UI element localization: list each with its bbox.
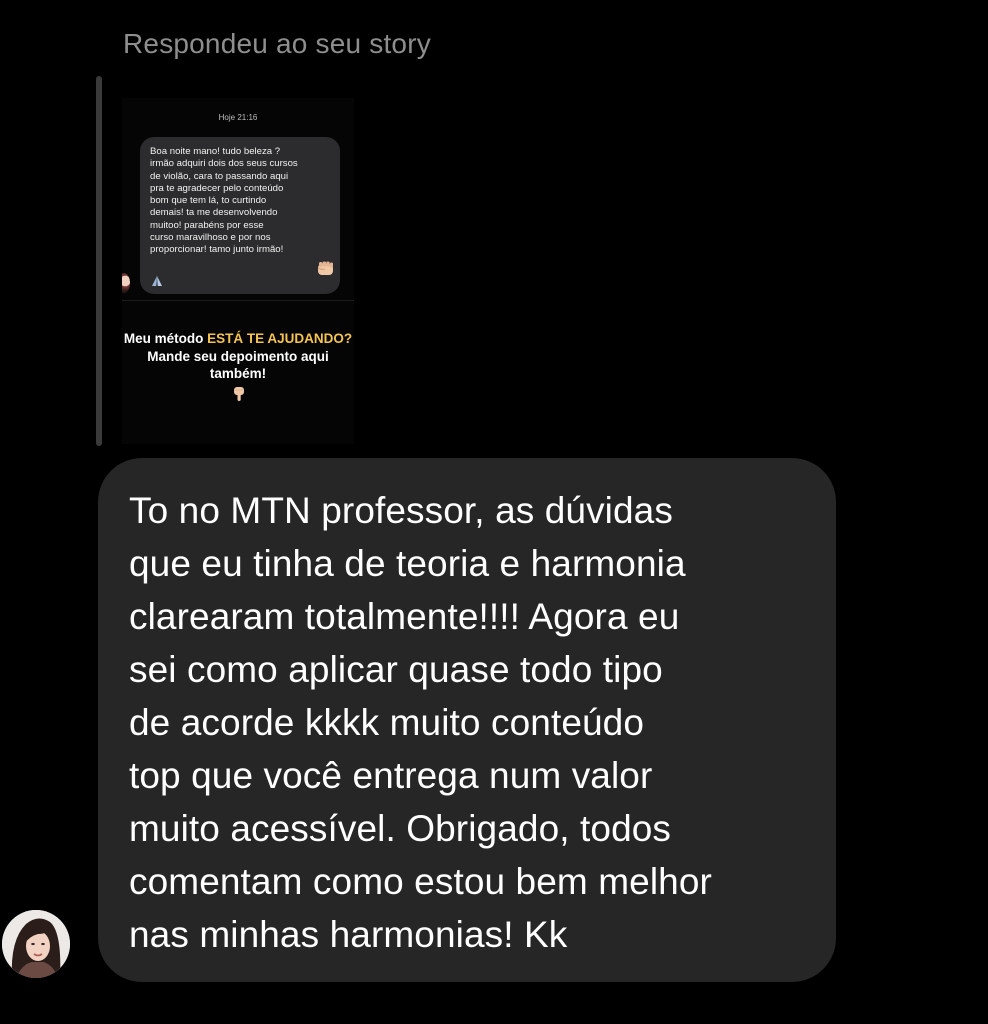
story-thumbnail[interactable]: Hoje 21:16 Boa noite mano! tudo beleza ?…: [122, 98, 354, 444]
story-cta-part2: Mande seu depoimento aqui também!: [147, 348, 329, 382]
point-down-emoji-icon: [234, 387, 244, 401]
story-cta-highlight: ESTÁ TE AJUDANDO?: [207, 331, 353, 346]
mini-avatar: [122, 273, 130, 293]
quote-bar: [96, 76, 102, 446]
reply-header: Respondeu ao seu story: [123, 28, 431, 59]
message-bubble[interactable]: To no MTN professor, as dúvidas que eu t…: [98, 458, 836, 982]
message-text: To no MTN professor, as dúvidas que eu t…: [129, 490, 712, 955]
story-divider: [122, 300, 354, 301]
story-timestamp: Hoje 21:16: [218, 113, 258, 122]
story-message-text: Boa noite mano! tudo beleza ? irmão adqu…: [150, 146, 298, 256]
story-message-bubble: Boa noite mano! tudo beleza ? irmão adqu…: [140, 137, 340, 294]
story-cta-part1: Meu método: [123, 331, 208, 346]
fist-emoji-icon: [317, 261, 333, 275]
avatar[interactable]: [2, 910, 70, 978]
praying-hands-emoji-icon: [152, 276, 162, 286]
story-cta: Meu método ESTÁ TE AJUDANDO? Mande seu d…: [122, 330, 354, 383]
avatar-photo: [2, 910, 70, 978]
